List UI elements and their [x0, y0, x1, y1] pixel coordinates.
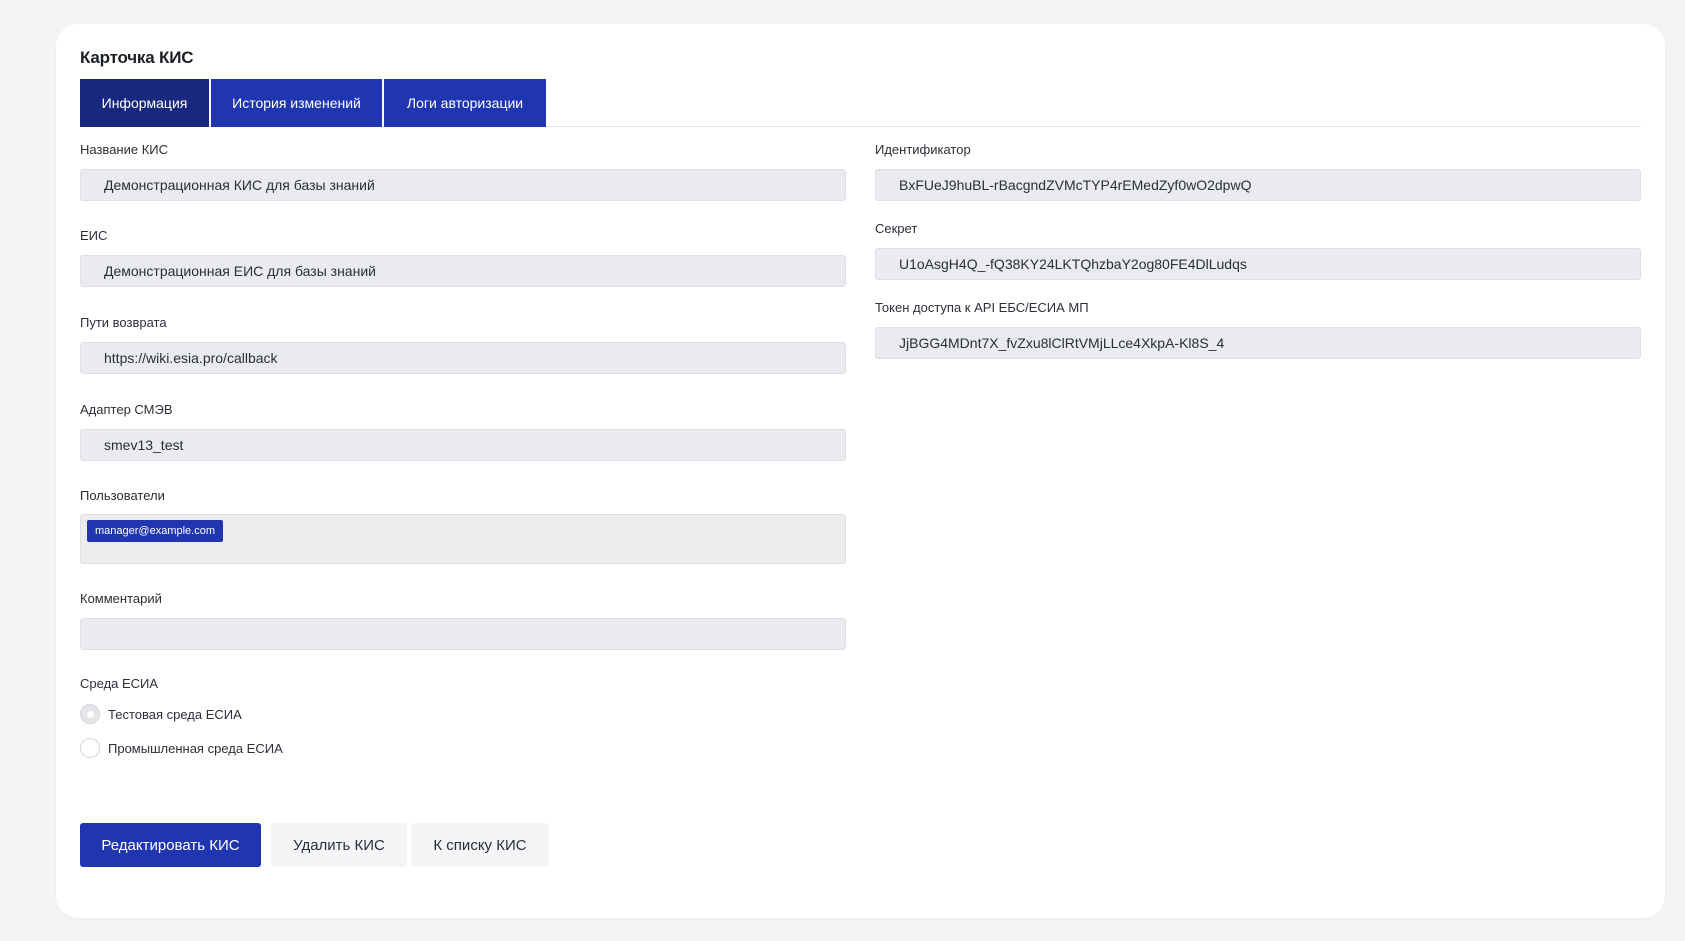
field-secret: Секрет U1oAsgH4Q_-fQ38KY24LKTQhzbaY2og80…	[875, 220, 1641, 280]
page-title: Карточка КИС	[80, 48, 194, 67]
radio-checked-icon[interactable]	[80, 704, 100, 724]
radio-unchecked-icon[interactable]	[80, 738, 100, 758]
field-comment: Комментарий	[80, 590, 846, 650]
field-users: Пользователи manager@example.com	[80, 487, 846, 564]
kis-name-input[interactable]: Демонстрационная КИС для базы знаний	[80, 169, 846, 201]
delete-kis-button[interactable]: Удалить КИС	[271, 823, 407, 867]
user-chip[interactable]: manager@example.com	[87, 520, 223, 542]
back-to-list-button[interactable]: К списку КИС	[411, 823, 549, 867]
field-label: Название КИС	[80, 142, 169, 157]
users-multiselect[interactable]: manager@example.com	[80, 514, 846, 564]
api-token-input[interactable]: JjBGG4MDnt7X_fvZxu8lClRtVMjLLce4XkpA-Kl8…	[875, 327, 1641, 359]
field-label: Комментарий	[80, 591, 162, 606]
radio-test-env[interactable]: Тестовая среда ЕСИА	[80, 703, 846, 725]
kis-card: Карточка КИС Информация История изменени…	[56, 24, 1665, 918]
tab-bar: Информация История изменений Логи автори…	[80, 79, 1641, 127]
field-label: Идентификатор	[875, 142, 971, 157]
tab-auth-logs[interactable]: Логи авторизации	[384, 79, 546, 127]
field-eis: ЕИС Демонстрационная ЕИС для базы знаний	[80, 227, 846, 287]
radio-label: Промышленная среда ЕСИА	[108, 740, 283, 756]
field-return-paths: Пути возврата https://wiki.esia.pro/call…	[80, 314, 846, 374]
secret-input[interactable]: U1oAsgH4Q_-fQ38KY24LKTQhzbaY2og80FE4DlLu…	[875, 248, 1641, 280]
smev-adapter-input[interactable]: smev13_test	[80, 429, 846, 461]
tab-information[interactable]: Информация	[80, 79, 209, 127]
tab-history[interactable]: История изменений	[211, 79, 382, 127]
field-label: ЕИС	[80, 228, 108, 243]
radio-label: Тестовая среда ЕСИА	[108, 706, 242, 722]
edit-kis-button[interactable]: Редактировать КИС	[80, 823, 261, 867]
radio-prod-env[interactable]: Промышленная среда ЕСИА	[80, 737, 846, 759]
field-label: Пользователи	[80, 488, 165, 503]
field-kis-name: Название КИС Демонстрационная КИС для ба…	[80, 141, 846, 201]
field-smev-adapter: Адаптер СМЭВ smev13_test	[80, 401, 846, 461]
comment-input[interactable]	[80, 618, 846, 650]
environment-group: Среда ЕСИА Тестовая среда ЕСИА Промышлен…	[80, 676, 846, 759]
field-label: Секрет	[875, 221, 918, 236]
action-bar: Редактировать КИС Удалить КИС К списку К…	[80, 823, 553, 867]
environment-label: Среда ЕСИА	[80, 676, 159, 691]
field-label: Адаптер СМЭВ	[80, 402, 173, 417]
return-paths-input[interactable]: https://wiki.esia.pro/callback	[80, 342, 846, 374]
eis-input[interactable]: Демонстрационная ЕИС для базы знаний	[80, 255, 846, 287]
identifier-input[interactable]: BxFUeJ9huBL-rBacgndZVMcTYP4rEMedZyf0wO2d…	[875, 169, 1641, 201]
field-identifier: Идентификатор BxFUeJ9huBL-rBacgndZVMcTYP…	[875, 141, 1641, 201]
field-api-token: Токен доступа к API ЕБС/ЕСИА МП JjBGG4MD…	[875, 299, 1641, 359]
field-label: Токен доступа к API ЕБС/ЕСИА МП	[875, 300, 1089, 315]
field-label: Пути возврата	[80, 315, 167, 330]
